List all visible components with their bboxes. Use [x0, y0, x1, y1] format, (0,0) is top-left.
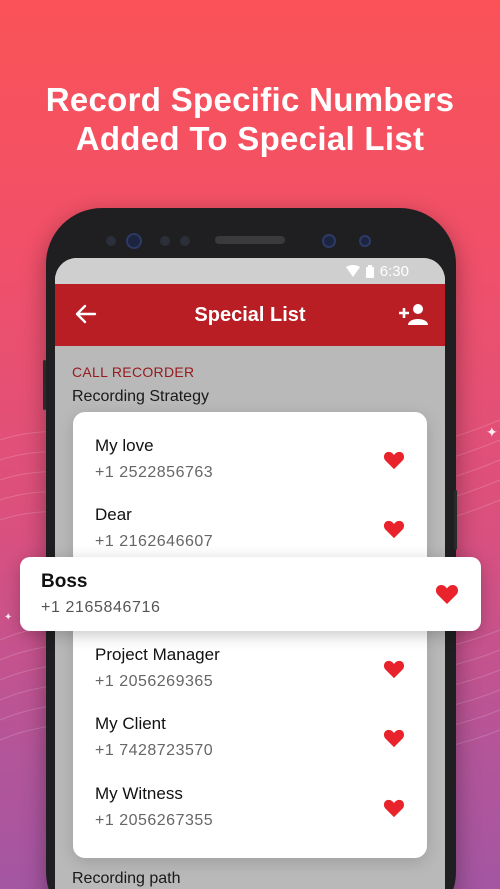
list-item[interactable]: My love +1 2522856763 [95, 436, 407, 482]
headline-line-2: Added To Special List [75, 120, 425, 157]
contact-name: My Client [95, 714, 166, 733]
highlighted-contact[interactable]: Boss +1 2165846716 [20, 557, 481, 631]
heart-icon[interactable] [383, 519, 405, 539]
app-bar: Special List [55, 284, 445, 346]
sensor-icon [180, 236, 190, 246]
list-item[interactable]: Dear +1 2162646607 [95, 505, 407, 551]
phone-side-button [43, 360, 46, 410]
contact-number: +1 2165846716 [41, 599, 161, 616]
sparkle-icon: ✦ [486, 424, 498, 440]
status-time: 6:30 [379, 262, 409, 280]
headline-line-1: Record Specific Numbers [45, 81, 455, 118]
heart-icon[interactable] [383, 659, 405, 679]
contact-name: Boss [41, 571, 88, 592]
heart-icon[interactable] [383, 798, 405, 818]
contact-number: +1 2522856763 [95, 464, 214, 481]
add-user-icon[interactable] [399, 302, 429, 326]
contact-number: +1 2056269365 [95, 673, 214, 690]
contact-number: +1 2056267355 [95, 812, 214, 829]
app-bar-title: Special List [194, 303, 306, 326]
list-item[interactable]: My Witness +1 2056267355 [95, 784, 407, 830]
wifi-icon [345, 265, 360, 277]
back-arrow-icon[interactable] [75, 303, 97, 325]
contact-name: My Witness [95, 784, 183, 803]
iris-scanner-icon [322, 234, 336, 248]
front-camera-icon [126, 233, 142, 249]
special-list-card: My love +1 2522856763 Dear +1 2162646607… [73, 412, 427, 858]
contact-name: Dear [95, 505, 132, 524]
contact-name: My love [95, 436, 154, 455]
heart-icon[interactable] [383, 728, 405, 748]
status-bar: 6:30 [55, 258, 445, 284]
list-item[interactable]: My Client +1 7428723570 [95, 714, 407, 760]
battery-icon [365, 264, 374, 278]
heart-icon[interactable] [383, 450, 405, 470]
list-item[interactable]: Project Manager +1 2056269365 [95, 645, 407, 691]
sensor-icon [160, 236, 170, 246]
sparkle-icon: ✦ [4, 612, 13, 623]
contact-number: +1 2162646607 [95, 533, 214, 550]
heart-icon[interactable] [435, 583, 459, 605]
sensor-icon [106, 236, 116, 246]
contact-number: +1 7428723570 [95, 742, 214, 759]
contact-name: Project Manager [95, 645, 220, 664]
phone-earpiece [215, 236, 285, 244]
phone-side-button [454, 490, 457, 550]
headline: Record Specific Numbers Added To Special… [0, 80, 500, 158]
sensor-icon [359, 235, 371, 247]
